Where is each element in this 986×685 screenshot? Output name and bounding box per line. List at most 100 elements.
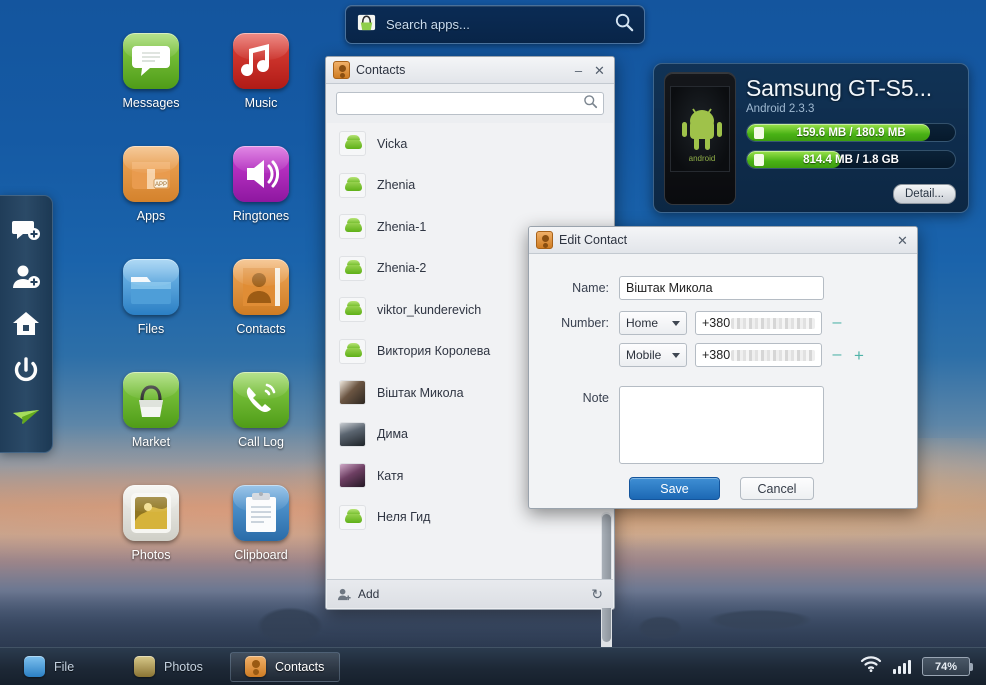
device-name: Samsung GT-S5... xyxy=(746,75,932,101)
avatar xyxy=(339,214,366,240)
add-label: Add xyxy=(358,587,380,601)
wifi-icon[interactable] xyxy=(860,655,882,678)
contact-name: Zhenia-1 xyxy=(377,219,427,234)
system-tray: 74% xyxy=(860,655,976,678)
avatar xyxy=(339,380,366,406)
search-icon[interactable] xyxy=(583,94,598,114)
app-label: Messages xyxy=(122,96,180,110)
app-label: Ringtones xyxy=(232,209,290,223)
avatar xyxy=(339,338,366,364)
cancel-button[interactable]: Cancel xyxy=(740,477,814,500)
desktop-app-grid: Messages Music APP Apps Ringtones Files … xyxy=(96,33,316,598)
edit-contact-titlebar[interactable]: Edit Contact ✕ xyxy=(529,227,917,254)
device-os-version: Android 2.3.3 xyxy=(746,103,815,115)
save-button[interactable]: Save xyxy=(629,477,720,500)
home-icon[interactable] xyxy=(11,309,41,339)
app-label: Photos xyxy=(131,548,171,562)
app-label: Call Log xyxy=(238,435,284,449)
add-contact-icon[interactable] xyxy=(11,263,41,293)
clipboard-icon xyxy=(233,485,289,541)
desktop-app-files[interactable]: Files xyxy=(96,259,206,372)
signal-bars-icon[interactable] xyxy=(893,659,911,674)
app-label: Apps xyxy=(136,209,166,223)
contact-list-item[interactable]: Vicka xyxy=(327,123,613,165)
device-detail-button[interactable]: Detail... xyxy=(893,184,956,204)
number-type-select-home[interactable]: Home xyxy=(619,311,687,335)
desktop-app-market[interactable]: Market xyxy=(96,372,206,485)
edit-contact-dialog: Edit Contact ✕ Name: Віштак Микола Numbe… xyxy=(528,226,918,509)
number-type-select-mobile[interactable]: Mobile xyxy=(619,343,687,367)
taskbar-item-file[interactable]: File xyxy=(10,652,120,682)
add-contact-button[interactable]: Add xyxy=(337,587,379,602)
contact-name: Виктория Королева xyxy=(377,344,491,359)
add-number-button[interactable]: + xyxy=(852,347,866,364)
power-icon[interactable] xyxy=(11,355,41,385)
contacts-search-area xyxy=(326,84,614,122)
desktop-app-apps[interactable]: APP Apps xyxy=(96,146,206,259)
internal-memory-text: 159.6 MB / 180.9 MB xyxy=(796,126,906,139)
contacts-search-input[interactable] xyxy=(342,96,583,111)
number-row-1: Number: Home +380 – Mobile +380 – + xyxy=(549,311,897,375)
note-row: Note xyxy=(549,386,897,464)
desktop-app-call-log[interactable]: Call Log xyxy=(206,372,316,485)
dialog-button-row: Save Cancel xyxy=(629,477,897,500)
chevron-down-icon xyxy=(672,320,680,326)
number-input-mobile[interactable]: +380 xyxy=(695,343,822,367)
contacts-window-title: Contacts xyxy=(356,63,406,77)
battery-percent: 74% xyxy=(934,660,958,673)
avatar xyxy=(339,255,366,281)
app-label: Music xyxy=(244,96,278,110)
contacts-search-field[interactable] xyxy=(336,92,604,115)
desktop-app-music[interactable]: Music xyxy=(206,33,316,146)
app-label: Contacts xyxy=(236,322,286,336)
contact-list-item[interactable]: Zhenia xyxy=(327,165,613,207)
add-contact-icon xyxy=(337,588,351,600)
remove-number-button-home[interactable]: – xyxy=(830,315,844,331)
desktop-app-clipboard[interactable]: Clipboard xyxy=(206,485,316,598)
send-paper-plane-icon[interactable] xyxy=(11,402,41,432)
taskbar-label: Contacts xyxy=(275,659,325,674)
market-bag-icon xyxy=(356,12,377,38)
app-label: Clipboard xyxy=(234,548,288,562)
new-message-icon[interactable] xyxy=(11,216,41,246)
remove-number-button-mobile[interactable]: – xyxy=(830,347,844,363)
redacted-digits xyxy=(731,349,815,361)
taskbar-item-photos[interactable]: Photos xyxy=(120,652,230,682)
search-icon[interactable] xyxy=(614,12,634,37)
search-placeholder: Search apps... xyxy=(386,17,470,32)
minimize-icon[interactable]: – xyxy=(571,63,586,78)
contact-name: Zhenia xyxy=(377,178,416,193)
contacts-titlebar[interactable]: Contacts – ✕ xyxy=(326,57,614,84)
desktop-app-contacts[interactable]: Contacts xyxy=(206,259,316,372)
number-input-home[interactable]: +380 xyxy=(695,311,822,335)
desktop-app-messages[interactable]: Messages xyxy=(96,33,206,146)
selected-type: Home xyxy=(626,316,659,330)
number-prefix: +380 xyxy=(702,316,731,330)
person-card-icon xyxy=(233,259,289,315)
sd-memory-meter: 814.4 MB / 1.8 GB xyxy=(746,150,956,169)
avatar xyxy=(339,172,366,198)
person-card-icon xyxy=(333,61,350,79)
svg-text:APP: APP xyxy=(155,182,167,188)
app-search-bar[interactable]: Search apps... xyxy=(345,5,645,44)
scrollbar-thumb[interactable] xyxy=(602,514,611,642)
note-textarea[interactable] xyxy=(619,386,824,464)
internal-memory-meter: 159.6 MB / 180.9 MB xyxy=(746,123,956,142)
name-field[interactable]: Віштак Микола xyxy=(619,276,824,300)
taskbar-item-contacts[interactable]: Contacts xyxy=(230,651,340,682)
close-icon[interactable]: ✕ xyxy=(592,63,607,78)
desktop-app-ringtones[interactable]: Ringtones xyxy=(206,146,316,259)
person-card-icon xyxy=(245,656,266,677)
desktop-app-photos[interactable]: Photos xyxy=(96,485,206,598)
close-icon[interactable]: ✕ xyxy=(895,233,910,248)
picture-icon xyxy=(134,656,155,677)
phone-handset-icon xyxy=(233,372,289,428)
sd-memory-text: 814.4 MB / 1.8 GB xyxy=(803,153,899,166)
package-box-icon: APP xyxy=(123,146,179,202)
redacted-digits xyxy=(731,317,815,329)
name-row: Name: Віштак Микола xyxy=(549,276,897,300)
refresh-icon[interactable]: ↻ xyxy=(591,586,603,603)
app-label: Files xyxy=(137,322,165,336)
message-bubble-icon xyxy=(123,33,179,89)
battery-indicator[interactable]: 74% xyxy=(922,657,973,676)
